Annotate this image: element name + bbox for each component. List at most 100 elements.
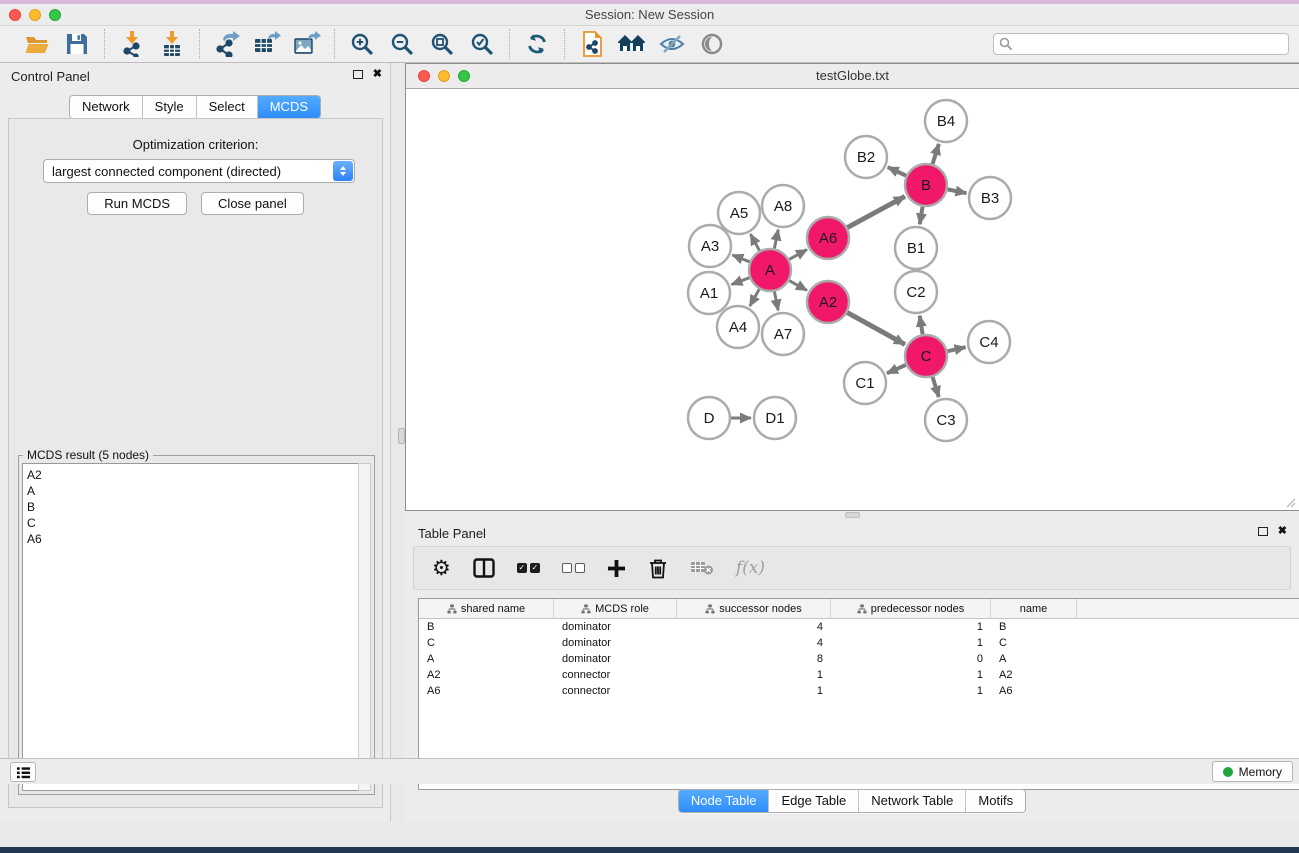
float-panel-icon[interactable] bbox=[353, 70, 363, 79]
table-row[interactable]: Bdominator41B bbox=[419, 619, 1299, 635]
horizontal-splitter-grip[interactable] bbox=[845, 512, 860, 518]
network-close-button[interactable] bbox=[418, 70, 430, 82]
criterion-dropdown[interactable]: largest connected component (directed) bbox=[43, 159, 355, 183]
edge-A-A7[interactable] bbox=[774, 292, 778, 311]
cell-shared-name[interactable]: B bbox=[419, 619, 554, 635]
export-table-icon[interactable] bbox=[252, 30, 282, 58]
delete-column-icon[interactable] bbox=[648, 558, 668, 579]
cell-MCDS-role[interactable]: dominator bbox=[554, 635, 677, 651]
edge-A-A4[interactable] bbox=[750, 289, 759, 306]
table-tab-network-table[interactable]: Network Table bbox=[859, 790, 966, 812]
mcds-result-item[interactable]: C bbox=[27, 515, 358, 531]
open-network-file-icon[interactable] bbox=[577, 30, 607, 58]
tab-style[interactable]: Style bbox=[143, 96, 197, 118]
mcds-result-item[interactable]: A2 bbox=[27, 467, 358, 483]
tab-select[interactable]: Select bbox=[197, 96, 258, 118]
minimize-window-button[interactable] bbox=[29, 9, 41, 21]
cell-predecessor-nodes[interactable]: 0 bbox=[831, 651, 991, 667]
zoom-in-icon[interactable] bbox=[347, 30, 377, 58]
table-tab-node-table[interactable]: Node Table bbox=[679, 790, 770, 812]
export-network-icon[interactable] bbox=[212, 30, 242, 58]
column-header-successor-nodes[interactable]: successor nodes bbox=[677, 599, 831, 618]
edge-A2-C[interactable] bbox=[847, 313, 905, 345]
edge-A6-B[interactable] bbox=[847, 196, 905, 227]
cell-name[interactable]: A6 bbox=[991, 683, 1077, 699]
cell-predecessor-nodes[interactable]: 1 bbox=[831, 683, 991, 699]
table-options-gear-icon[interactable]: ⚙ bbox=[432, 558, 451, 578]
deselect-all-icon[interactable] bbox=[562, 563, 585, 573]
cell-predecessor-nodes[interactable]: 1 bbox=[831, 619, 991, 635]
mcds-result-item[interactable]: A bbox=[27, 483, 358, 499]
cell-MCDS-role[interactable]: connector bbox=[554, 667, 677, 683]
tab-mcds[interactable]: MCDS bbox=[258, 96, 320, 118]
cell-name[interactable]: A bbox=[991, 651, 1077, 667]
cell-name[interactable]: B bbox=[991, 619, 1077, 635]
close-panel-button[interactable]: Close panel bbox=[201, 192, 304, 215]
close-window-button[interactable] bbox=[9, 9, 21, 21]
add-column-icon[interactable] bbox=[607, 559, 626, 578]
mcds-result-list[interactable]: A2ABCA6 bbox=[22, 463, 359, 791]
import-network-icon[interactable] bbox=[117, 30, 147, 58]
edge-A-A5[interactable] bbox=[750, 234, 759, 251]
table-row[interactable]: A6connector11A6 bbox=[419, 683, 1299, 699]
column-header-MCDS-role[interactable]: MCDS role bbox=[554, 599, 677, 618]
table-tab-edge-table[interactable]: Edge Table bbox=[769, 790, 859, 812]
table-tab-motifs[interactable]: Motifs bbox=[966, 790, 1025, 812]
table-row[interactable]: Cdominator41C bbox=[419, 635, 1299, 651]
cell-shared-name[interactable]: A2 bbox=[419, 667, 554, 683]
table-close-panel-icon[interactable]: ✖ bbox=[1278, 526, 1287, 536]
show-columns-icon[interactable] bbox=[473, 558, 495, 578]
memory-button[interactable]: Memory bbox=[1212, 761, 1293, 782]
cell-predecessor-nodes[interactable]: 1 bbox=[831, 635, 991, 651]
edge-C-C3[interactable] bbox=[933, 377, 939, 397]
hide-graphics-details-icon[interactable] bbox=[657, 30, 687, 58]
network-graph[interactable]: A5A8A3AA1A4A7A6A2B2B4BB3B1C2CC4C1C3DD1 bbox=[406, 89, 1298, 510]
table-row[interactable]: A2connector11A2 bbox=[419, 667, 1299, 683]
home-layout-icon[interactable] bbox=[617, 30, 647, 58]
column-header-name[interactable]: name bbox=[991, 599, 1077, 618]
task-history-button[interactable] bbox=[10, 762, 36, 782]
edge-B-B2[interactable] bbox=[888, 167, 906, 176]
resize-corner-icon[interactable] bbox=[1284, 496, 1296, 508]
export-image-icon[interactable] bbox=[292, 30, 322, 58]
mcds-result-scrollbar[interactable] bbox=[358, 463, 371, 791]
cell-successor-nodes[interactable]: 1 bbox=[677, 683, 831, 699]
search-input[interactable] bbox=[993, 33, 1289, 55]
table-row[interactable]: Adominator80A bbox=[419, 651, 1299, 667]
open-session-icon[interactable] bbox=[22, 30, 52, 58]
tab-network[interactable]: Network bbox=[70, 96, 143, 118]
cell-name[interactable]: A2 bbox=[991, 667, 1077, 683]
zoom-out-icon[interactable] bbox=[387, 30, 417, 58]
edge-C-C2[interactable] bbox=[920, 316, 923, 335]
save-session-icon[interactable] bbox=[62, 30, 92, 58]
cell-predecessor-nodes[interactable]: 1 bbox=[831, 667, 991, 683]
vertical-splitter-grip[interactable] bbox=[398, 428, 405, 444]
column-header-predecessor-nodes[interactable]: predecessor nodes bbox=[831, 599, 991, 618]
horizontal-splitter[interactable] bbox=[405, 511, 1299, 520]
run-mcds-button[interactable]: Run MCDS bbox=[87, 192, 187, 215]
network-canvas[interactable]: A5A8A3AA1A4A7A6A2B2B4BB3B1C2CC4C1C3DD1 bbox=[406, 89, 1298, 510]
show-graphics-details-icon[interactable] bbox=[697, 30, 727, 58]
edge-C-C4[interactable] bbox=[947, 347, 965, 351]
zoom-window-button[interactable] bbox=[49, 9, 61, 21]
edge-B-B3[interactable] bbox=[948, 189, 967, 193]
cell-successor-nodes[interactable]: 4 bbox=[677, 619, 831, 635]
mcds-result-item[interactable]: B bbox=[27, 499, 358, 515]
network-minimize-button[interactable] bbox=[438, 70, 450, 82]
function-builder-icon[interactable]: f(x) bbox=[736, 558, 765, 578]
edge-B-B1[interactable] bbox=[920, 207, 923, 225]
edge-A-A6[interactable] bbox=[789, 250, 807, 260]
edge-A-A1[interactable] bbox=[731, 278, 749, 285]
import-table-icon[interactable] bbox=[157, 30, 187, 58]
cell-successor-nodes[interactable]: 1 bbox=[677, 667, 831, 683]
edge-A-A2[interactable] bbox=[789, 281, 807, 291]
edge-A-A3[interactable] bbox=[732, 255, 749, 262]
zoom-selected-icon[interactable] bbox=[467, 30, 497, 58]
network-window-titlebar[interactable]: testGlobe.txt bbox=[406, 64, 1299, 89]
mcds-result-item[interactable]: A6 bbox=[27, 531, 358, 547]
select-all-icon[interactable]: ✓✓ bbox=[517, 563, 540, 573]
refresh-icon[interactable] bbox=[522, 30, 552, 58]
cell-shared-name[interactable]: C bbox=[419, 635, 554, 651]
cell-shared-name[interactable]: A bbox=[419, 651, 554, 667]
table-float-panel-icon[interactable] bbox=[1258, 527, 1268, 536]
